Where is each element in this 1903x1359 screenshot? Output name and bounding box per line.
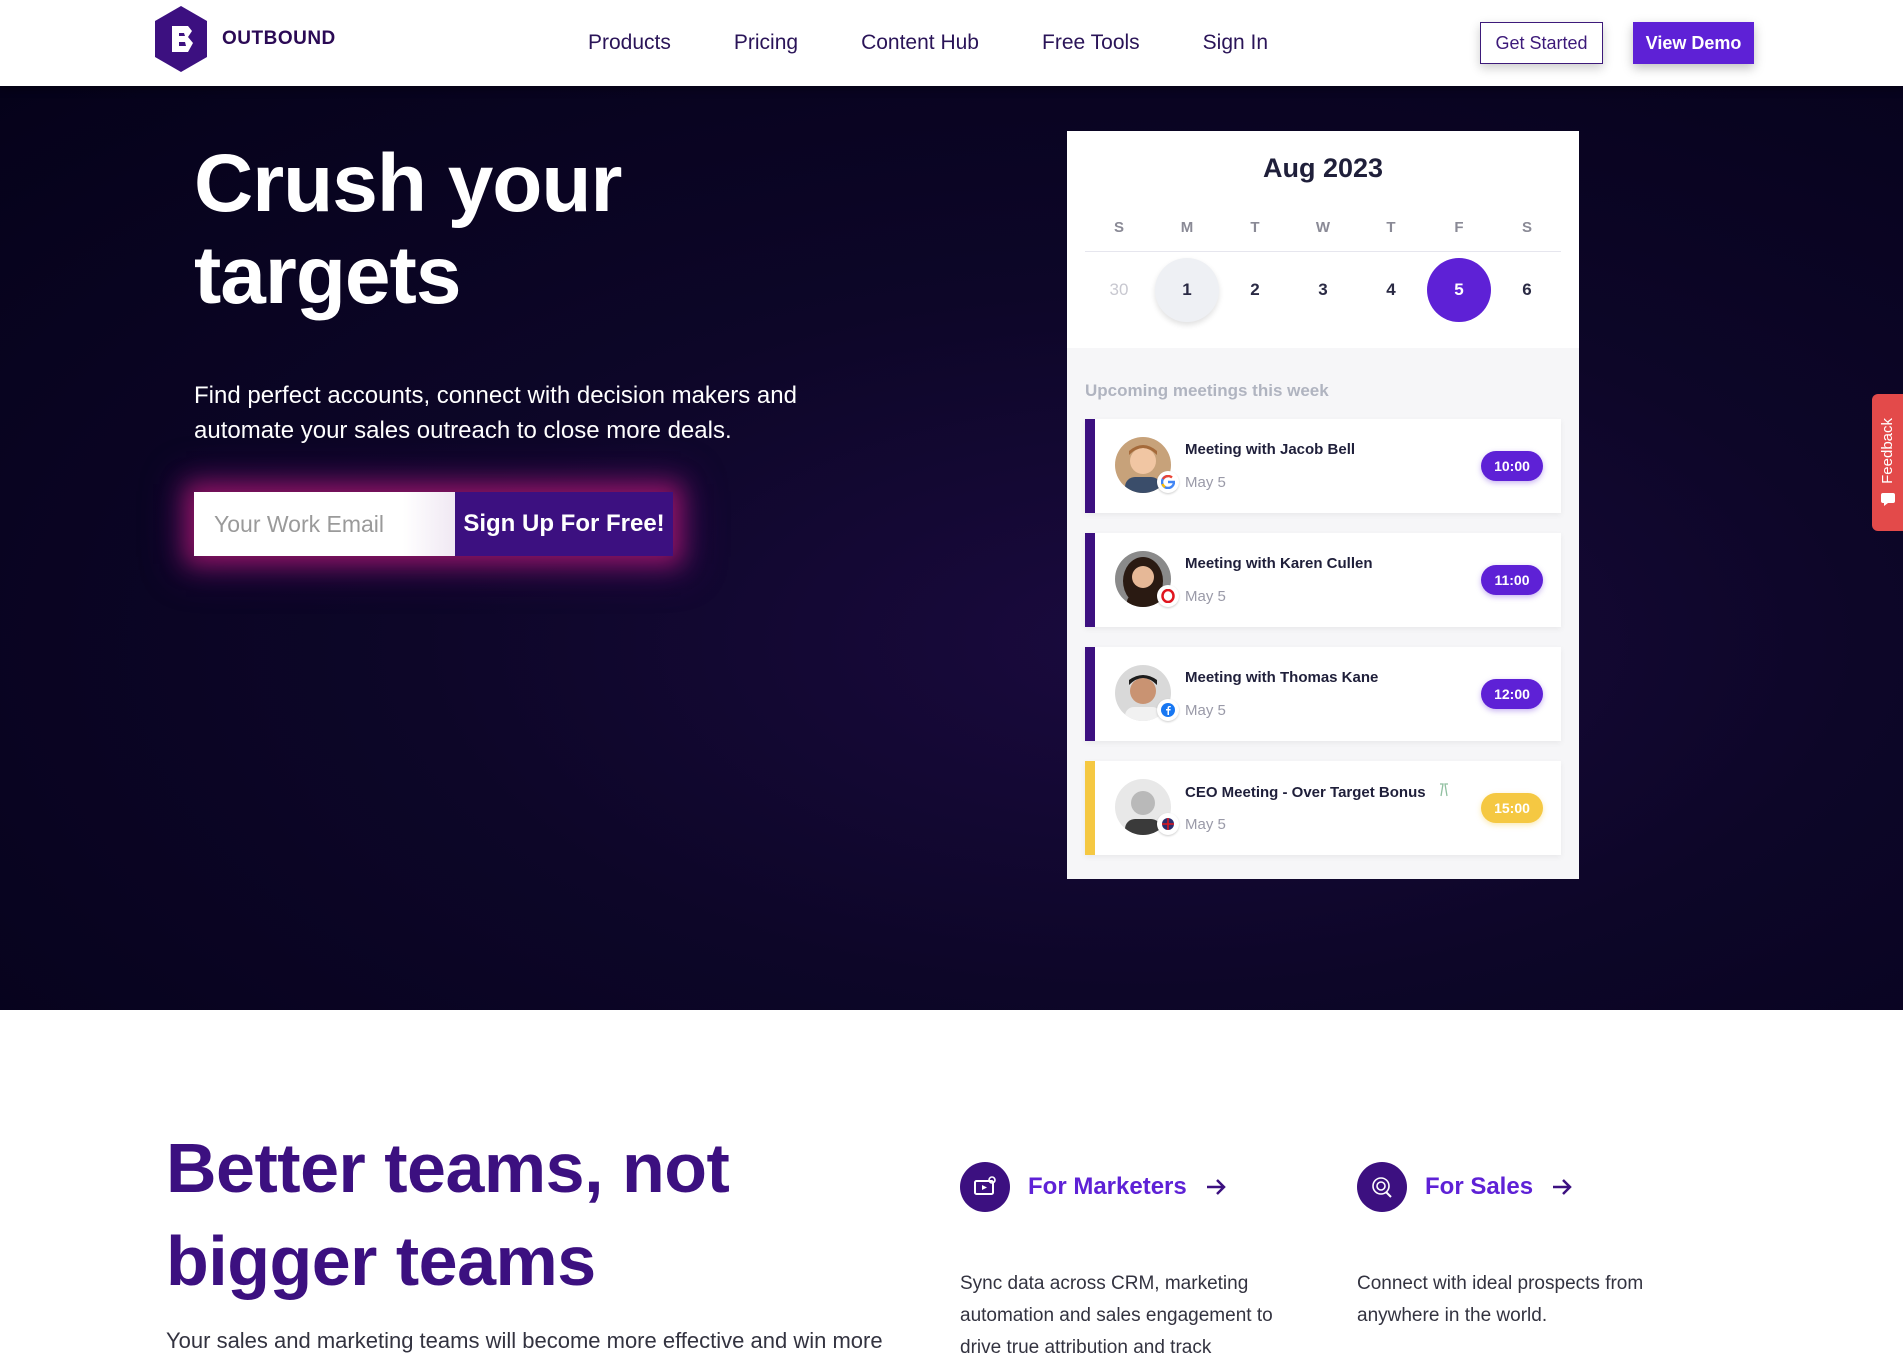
for-sales-desc: Connect with ideal prospects from anywhe… — [1357, 1273, 1644, 1326]
meeting-date: May 5 — [1185, 702, 1226, 719]
feedback-tab[interactable]: Feedback — [1872, 394, 1903, 531]
opera-icon — [1157, 585, 1179, 607]
meeting-title-text: CEO Meeting - Over Target Bonus — [1185, 784, 1426, 801]
nav-link-sign-in[interactable]: Sign In — [1203, 31, 1268, 55]
champagne-icon — [1438, 783, 1450, 801]
meeting-item-ceo[interactable]: CEO Meeting - Over Target Bonus May 5 15… — [1085, 761, 1561, 855]
for-marketers-label: For Marketers — [1028, 1173, 1187, 1200]
calendar-date[interactable]: 30 — [1085, 257, 1153, 323]
marketing-icon — [960, 1162, 1010, 1212]
for-marketers-desc: Sync data across CRM, marketing automati… — [960, 1273, 1273, 1358]
facebook-icon — [1157, 699, 1179, 721]
calendar-date-today[interactable]: 1 — [1153, 257, 1221, 323]
meeting-date: May 5 — [1185, 816, 1226, 833]
nav-link-content-hub[interactable]: Content Hub — [861, 31, 979, 55]
arrow-right-icon — [1553, 1179, 1572, 1195]
meeting-title: CEO Meeting - Over Target Bonus — [1185, 783, 1450, 801]
outbound-logo-icon — [155, 6, 207, 72]
date-label: 5 — [1427, 258, 1491, 322]
day-name: F — [1454, 219, 1464, 236]
meeting-time: 10:00 — [1481, 451, 1543, 481]
for-marketers-link[interactable]: For Marketers — [960, 1162, 1227, 1212]
calendar-dates: 30 1 2 3 4 5 6 — [1085, 257, 1561, 323]
meeting-time: 12:00 — [1481, 679, 1543, 709]
meeting-title: Meeting with Karen Cullen — [1185, 555, 1373, 572]
calendar-header: Aug 2023 S M T W T F S 30 1 2 3 4 5 6 — [1067, 131, 1579, 348]
meeting-title: Meeting with Thomas Kane — [1185, 669, 1379, 686]
nav-link-products[interactable]: Products — [588, 31, 671, 55]
top-navbar: OUTBOUND Products Pricing Content Hub Fr… — [0, 0, 1903, 86]
view-demo-button[interactable]: View Demo — [1633, 22, 1754, 64]
work-email-input[interactable] — [194, 492, 455, 556]
signup-button[interactable]: Sign Up For Free! — [455, 492, 673, 556]
get-started-button[interactable]: Get Started — [1480, 22, 1603, 64]
day-name: M — [1180, 219, 1194, 236]
meeting-date: May 5 — [1185, 588, 1226, 605]
fingerprint-icon — [1357, 1162, 1407, 1212]
date-label: 4 — [1386, 280, 1396, 299]
date-label: 30 — [1109, 280, 1129, 299]
calendar-date[interactable]: 2 — [1221, 257, 1289, 323]
calendar-card: Aug 2023 S M T W T F S 30 1 2 3 4 5 6 Up… — [1067, 131, 1579, 879]
section-title: Better teams, not bigger teams — [166, 1129, 730, 1300]
calendar-divider — [1085, 251, 1561, 252]
logo[interactable]: OUTBOUND — [152, 4, 336, 74]
hero-section: Crush your targets Find perfect accounts… — [0, 86, 1903, 1010]
calendar-date-selected[interactable]: 5 — [1425, 257, 1493, 323]
date-label: 2 — [1250, 280, 1260, 299]
for-sales-link[interactable]: For Sales — [1357, 1162, 1573, 1212]
google-icon — [1157, 471, 1179, 493]
nav-links: Products Pricing Content Hub Free Tools … — [588, 0, 1331, 86]
signup-form: Sign Up For Free! — [194, 492, 673, 556]
day-name: T — [1250, 219, 1260, 236]
meeting-item[interactable]: Meeting with Karen Cullen May 5 11:00 — [1085, 533, 1561, 627]
meeting-item[interactable]: Meeting with Thomas Kane May 5 12:00 — [1085, 647, 1561, 741]
day-name: W — [1315, 219, 1331, 236]
section-subtitle: Your sales and marketing teams will beco… — [166, 1328, 883, 1353]
meeting-title: Meeting with Jacob Bell — [1185, 441, 1356, 458]
arrow-right-icon — [1206, 1179, 1226, 1195]
feedback-label: Feedback — [1879, 417, 1896, 484]
chat-icon — [1880, 493, 1895, 507]
meeting-time: 11:00 — [1481, 565, 1543, 595]
nav-link-pricing[interactable]: Pricing — [734, 31, 798, 55]
day-name: T — [1386, 219, 1396, 236]
day-name: S — [1113, 219, 1124, 236]
upcoming-meetings-title: Upcoming meetings this week — [1085, 381, 1329, 400]
hero-title: Crush your targets — [194, 138, 622, 321]
nav-link-free-tools[interactable]: Free Tools — [1042, 31, 1140, 55]
calendar-month: Aug 2023 — [1262, 153, 1384, 183]
calendar-day-names: S M T W T F S — [1085, 219, 1561, 236]
date-label: 6 — [1522, 280, 1532, 299]
hero-subtitle: Find perfect accounts, connect with deci… — [194, 382, 797, 444]
calendar-date[interactable]: 4 — [1357, 257, 1425, 323]
meeting-time: 15:00 — [1481, 793, 1543, 823]
logo-text: OUTBOUND — [222, 28, 336, 49]
day-name: S — [1521, 219, 1532, 236]
meeting-date: May 5 — [1185, 474, 1226, 491]
globe-icon — [1157, 813, 1179, 835]
calendar-date[interactable]: 6 — [1493, 257, 1561, 323]
date-label: 3 — [1318, 280, 1328, 299]
for-sales-label: For Sales — [1425, 1173, 1534, 1200]
meeting-item[interactable]: Meeting with Jacob Bell May 5 10:00 — [1085, 419, 1561, 513]
calendar-date[interactable]: 3 — [1289, 257, 1357, 323]
date-label: 1 — [1155, 258, 1219, 322]
